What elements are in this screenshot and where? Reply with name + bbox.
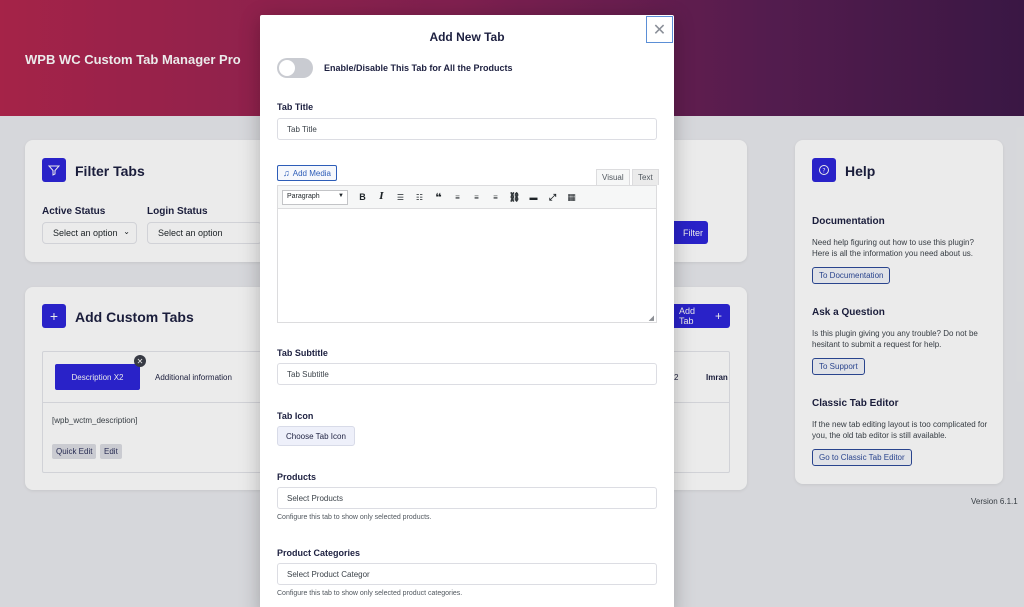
visual-tab[interactable]: Visual	[596, 169, 630, 185]
tab-subtitle-input[interactable]: Tab Subtitle	[277, 363, 657, 385]
tab-title-label: Tab Title	[277, 102, 314, 112]
tab-icon-label: Tab Icon	[277, 411, 314, 421]
blockquote-icon[interactable]: ❝	[430, 189, 447, 206]
italic-icon[interactable]: I	[373, 189, 390, 206]
products-help: Configure this tab to show only selected…	[277, 514, 432, 521]
editor-content-area[interactable]: ◢	[277, 209, 657, 323]
editor-toolbar: Paragraph ▼ B I ☰ ☷ ❝ ≡ ≡ ≡ ⛓ ▬ ⤢ ▦	[277, 185, 657, 209]
product-categories-label: Product Categories	[277, 548, 361, 558]
numbered-list-icon[interactable]: ☷	[411, 189, 428, 206]
bullet-list-icon[interactable]: ☰	[392, 189, 409, 206]
read-more-icon[interactable]: ▬	[525, 189, 542, 206]
media-icon: ♫	[283, 168, 290, 178]
paragraph-select[interactable]: Paragraph ▼	[282, 189, 348, 205]
product-categories-select[interactable]: Select Product Categor	[277, 563, 657, 585]
categories-help: Configure this tab to show only selected…	[277, 590, 463, 597]
fullscreen-icon[interactable]: ⤢	[544, 189, 561, 206]
add-media-label: Add Media	[292, 168, 331, 178]
close-modal-button[interactable]: ✕	[646, 16, 673, 43]
bold-icon[interactable]: B	[354, 189, 371, 206]
add-new-tab-modal: Add New Tab ✕ Enable/Disable This Tab fo…	[260, 15, 674, 607]
tab-subtitle-label: Tab Subtitle	[277, 348, 328, 358]
text-tab[interactable]: Text	[632, 169, 659, 185]
paragraph-value: Paragraph	[287, 192, 320, 200]
dropdown-arrow-icon: ▼	[338, 192, 344, 199]
toggle-label: Enable/Disable This Tab for All the Prod…	[324, 63, 513, 73]
enable-tab-toggle[interactable]	[277, 58, 313, 78]
align-left-icon[interactable]: ≡	[449, 189, 466, 206]
align-center-icon[interactable]: ≡	[468, 189, 485, 206]
toolbar-toggle-icon[interactable]: ▦	[563, 189, 580, 206]
products-label: Products	[277, 472, 317, 482]
link-icon[interactable]: ⛓	[506, 189, 523, 206]
close-icon: ✕	[652, 21, 667, 39]
choose-tab-icon-button[interactable]: Choose Tab Icon	[277, 426, 355, 446]
add-media-button[interactable]: ♫ Add Media	[277, 165, 337, 181]
modal-title: Add New Tab	[429, 30, 505, 44]
products-select[interactable]: Select Products	[277, 487, 657, 509]
tab-title-input[interactable]: Tab Title	[277, 118, 657, 140]
align-right-icon[interactable]: ≡	[487, 189, 504, 206]
resize-handle-icon[interactable]: ◢	[649, 314, 654, 322]
